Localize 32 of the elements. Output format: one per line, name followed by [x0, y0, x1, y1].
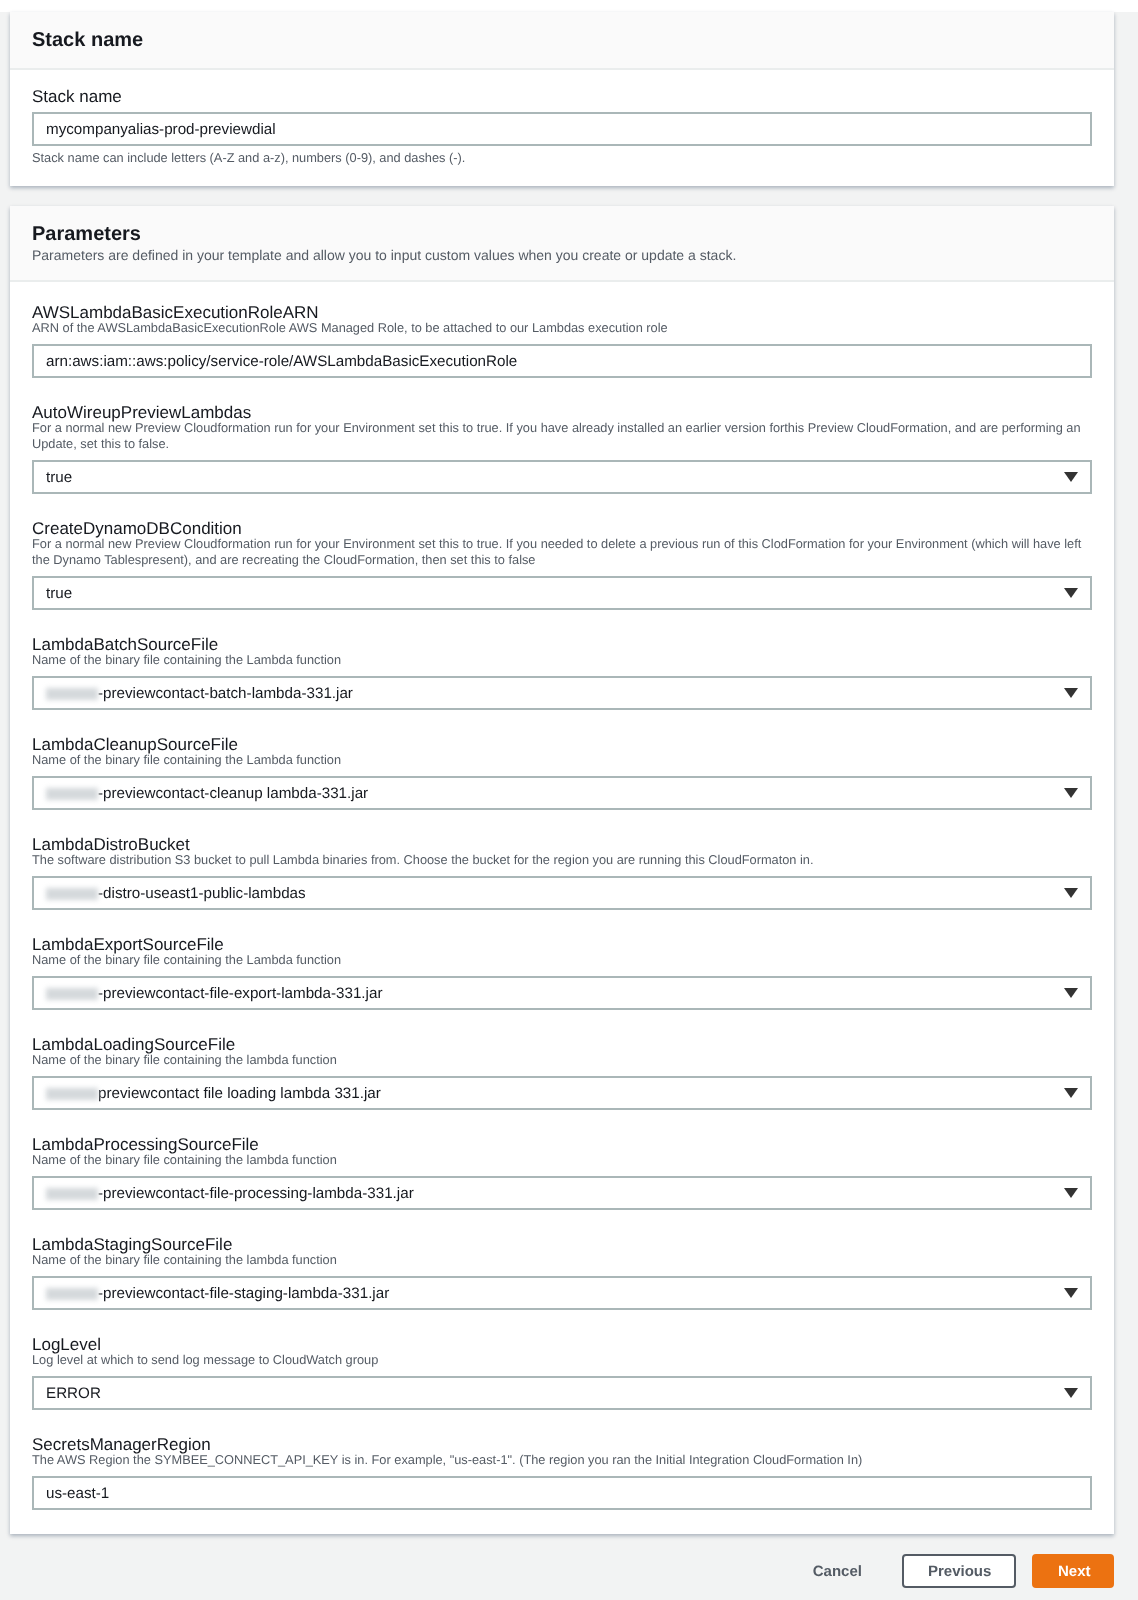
caret-icon	[1064, 1388, 1078, 1398]
caret-icon	[1064, 588, 1078, 598]
redacted-text	[46, 1087, 98, 1099]
panel-title: Stack name	[32, 30, 146, 52]
caret-icon	[1064, 888, 1078, 898]
caret-icon	[1064, 472, 1078, 482]
field-label: SecretsManagerRegion	[32, 1434, 213, 1454]
caret-icon	[1064, 1088, 1078, 1098]
redacted-text	[46, 1287, 98, 1299]
panel-title: Parameters	[32, 224, 143, 246]
redacted-text	[46, 887, 98, 899]
field-label: LambdaExportSourceFile	[32, 934, 226, 954]
field-label: LambdaDistroBucket	[32, 834, 192, 854]
redacted-text	[46, 987, 98, 999]
redacted-text	[46, 787, 98, 799]
field-label: AWSLambdaBasicExecutionRoleARN	[32, 302, 321, 322]
field-label: LambdaProcessingSourceFile	[32, 1134, 261, 1154]
field-label: LogLevel	[32, 1334, 104, 1354]
caret-icon	[1064, 688, 1078, 698]
field-label: LambdaCleanupSourceFile	[32, 734, 241, 754]
field-label: LambdaStagingSourceFile	[32, 1234, 235, 1254]
field-label: Stack name	[32, 86, 124, 106]
field-label: LambdaLoadingSourceFile	[32, 1034, 238, 1054]
caret-icon	[1064, 1288, 1078, 1298]
field-label: LambdaBatchSourceFile	[32, 634, 221, 654]
caret-icon	[1064, 788, 1078, 798]
redacted-text	[46, 687, 98, 699]
caret-icon	[1064, 1188, 1078, 1198]
redacted-text	[46, 1187, 98, 1199]
caret-icon	[1064, 988, 1078, 998]
field-label: AutoWireupPreviewLambdas	[32, 402, 254, 422]
field-label: CreateDynamoDBCondition	[32, 518, 244, 538]
